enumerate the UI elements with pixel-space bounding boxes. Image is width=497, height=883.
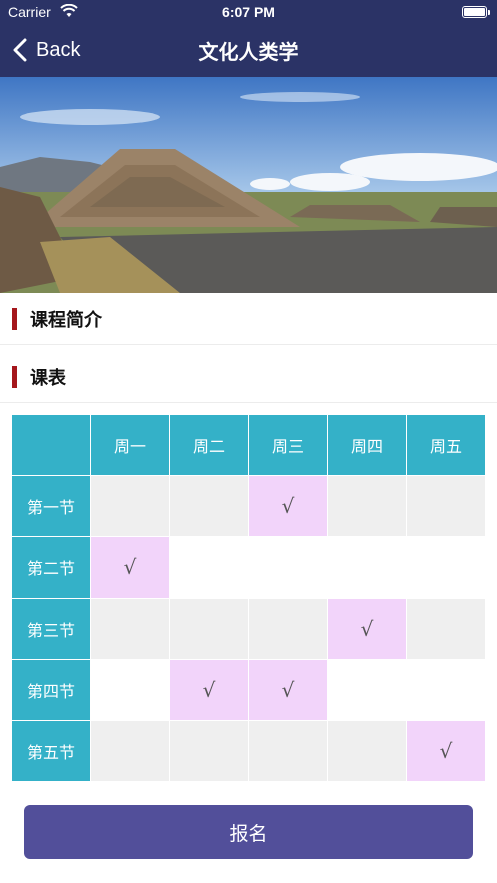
timetable-cell (328, 659, 406, 720)
period-label: 第四节 (12, 659, 90, 720)
enroll-button[interactable]: 报名 (24, 805, 473, 859)
day-header: 周一 (91, 415, 169, 476)
period-label: 第二节 (12, 537, 90, 598)
timetable-cell (407, 537, 485, 598)
clock: 6:07 PM (222, 4, 275, 20)
timetable-cell (91, 720, 169, 781)
battery-icon (462, 6, 490, 18)
day-header: 周四 (328, 415, 406, 476)
section-marker (12, 308, 17, 330)
timetable-cell-selected: √ (249, 659, 327, 720)
course-intro-section[interactable]: 课程简介 (0, 293, 497, 345)
timetable-cell (328, 476, 406, 537)
course-intro-heading: 课程简介 (30, 310, 102, 331)
status-bar: Carrier 6:07 PM (0, 0, 497, 26)
timetable-cell (170, 598, 248, 659)
timetable-cell (328, 537, 406, 598)
timetable-cell (170, 537, 248, 598)
timetable-cell (91, 598, 169, 659)
period-label: 第一节 (12, 476, 90, 537)
timetable-cell-selected: √ (407, 720, 485, 781)
timetable-cell (170, 720, 248, 781)
timetable-cell (91, 476, 169, 537)
timetable-cell (249, 720, 327, 781)
day-header: 周三 (249, 415, 327, 476)
day-header: 周二 (170, 415, 248, 476)
timetable-cell (407, 659, 485, 720)
timetable-corner-cell (12, 415, 90, 476)
timetable-cell (91, 659, 169, 720)
schedule-section: 课表 (0, 351, 497, 403)
timetable-cell (170, 476, 248, 537)
timetable-cell (249, 598, 327, 659)
timetable: 周一 周二 周三 周四 周五 第一节 √ 第二节 √ 第三节 √ 第四节 √ √… (12, 415, 485, 781)
navigation-bar: Carrier 6:07 PM Back 文化人类学 (0, 0, 497, 77)
course-banner-image (0, 77, 497, 293)
timetable-cell-selected: √ (249, 476, 327, 537)
day-header: 周五 (407, 415, 485, 476)
schedule-heading: 课表 (30, 368, 66, 389)
timetable-cell-selected: √ (170, 659, 248, 720)
timetable-cell (407, 476, 485, 537)
section-marker (12, 366, 17, 388)
timetable-cell (407, 598, 485, 659)
page-title: 文化人类学 (198, 40, 299, 64)
timetable-cell-selected: √ (328, 598, 406, 659)
period-label: 第三节 (12, 598, 90, 659)
timetable-cell-selected: √ (91, 537, 169, 598)
timetable-cell (249, 537, 327, 598)
period-label: 第五节 (12, 720, 90, 781)
timetable-cell (328, 720, 406, 781)
